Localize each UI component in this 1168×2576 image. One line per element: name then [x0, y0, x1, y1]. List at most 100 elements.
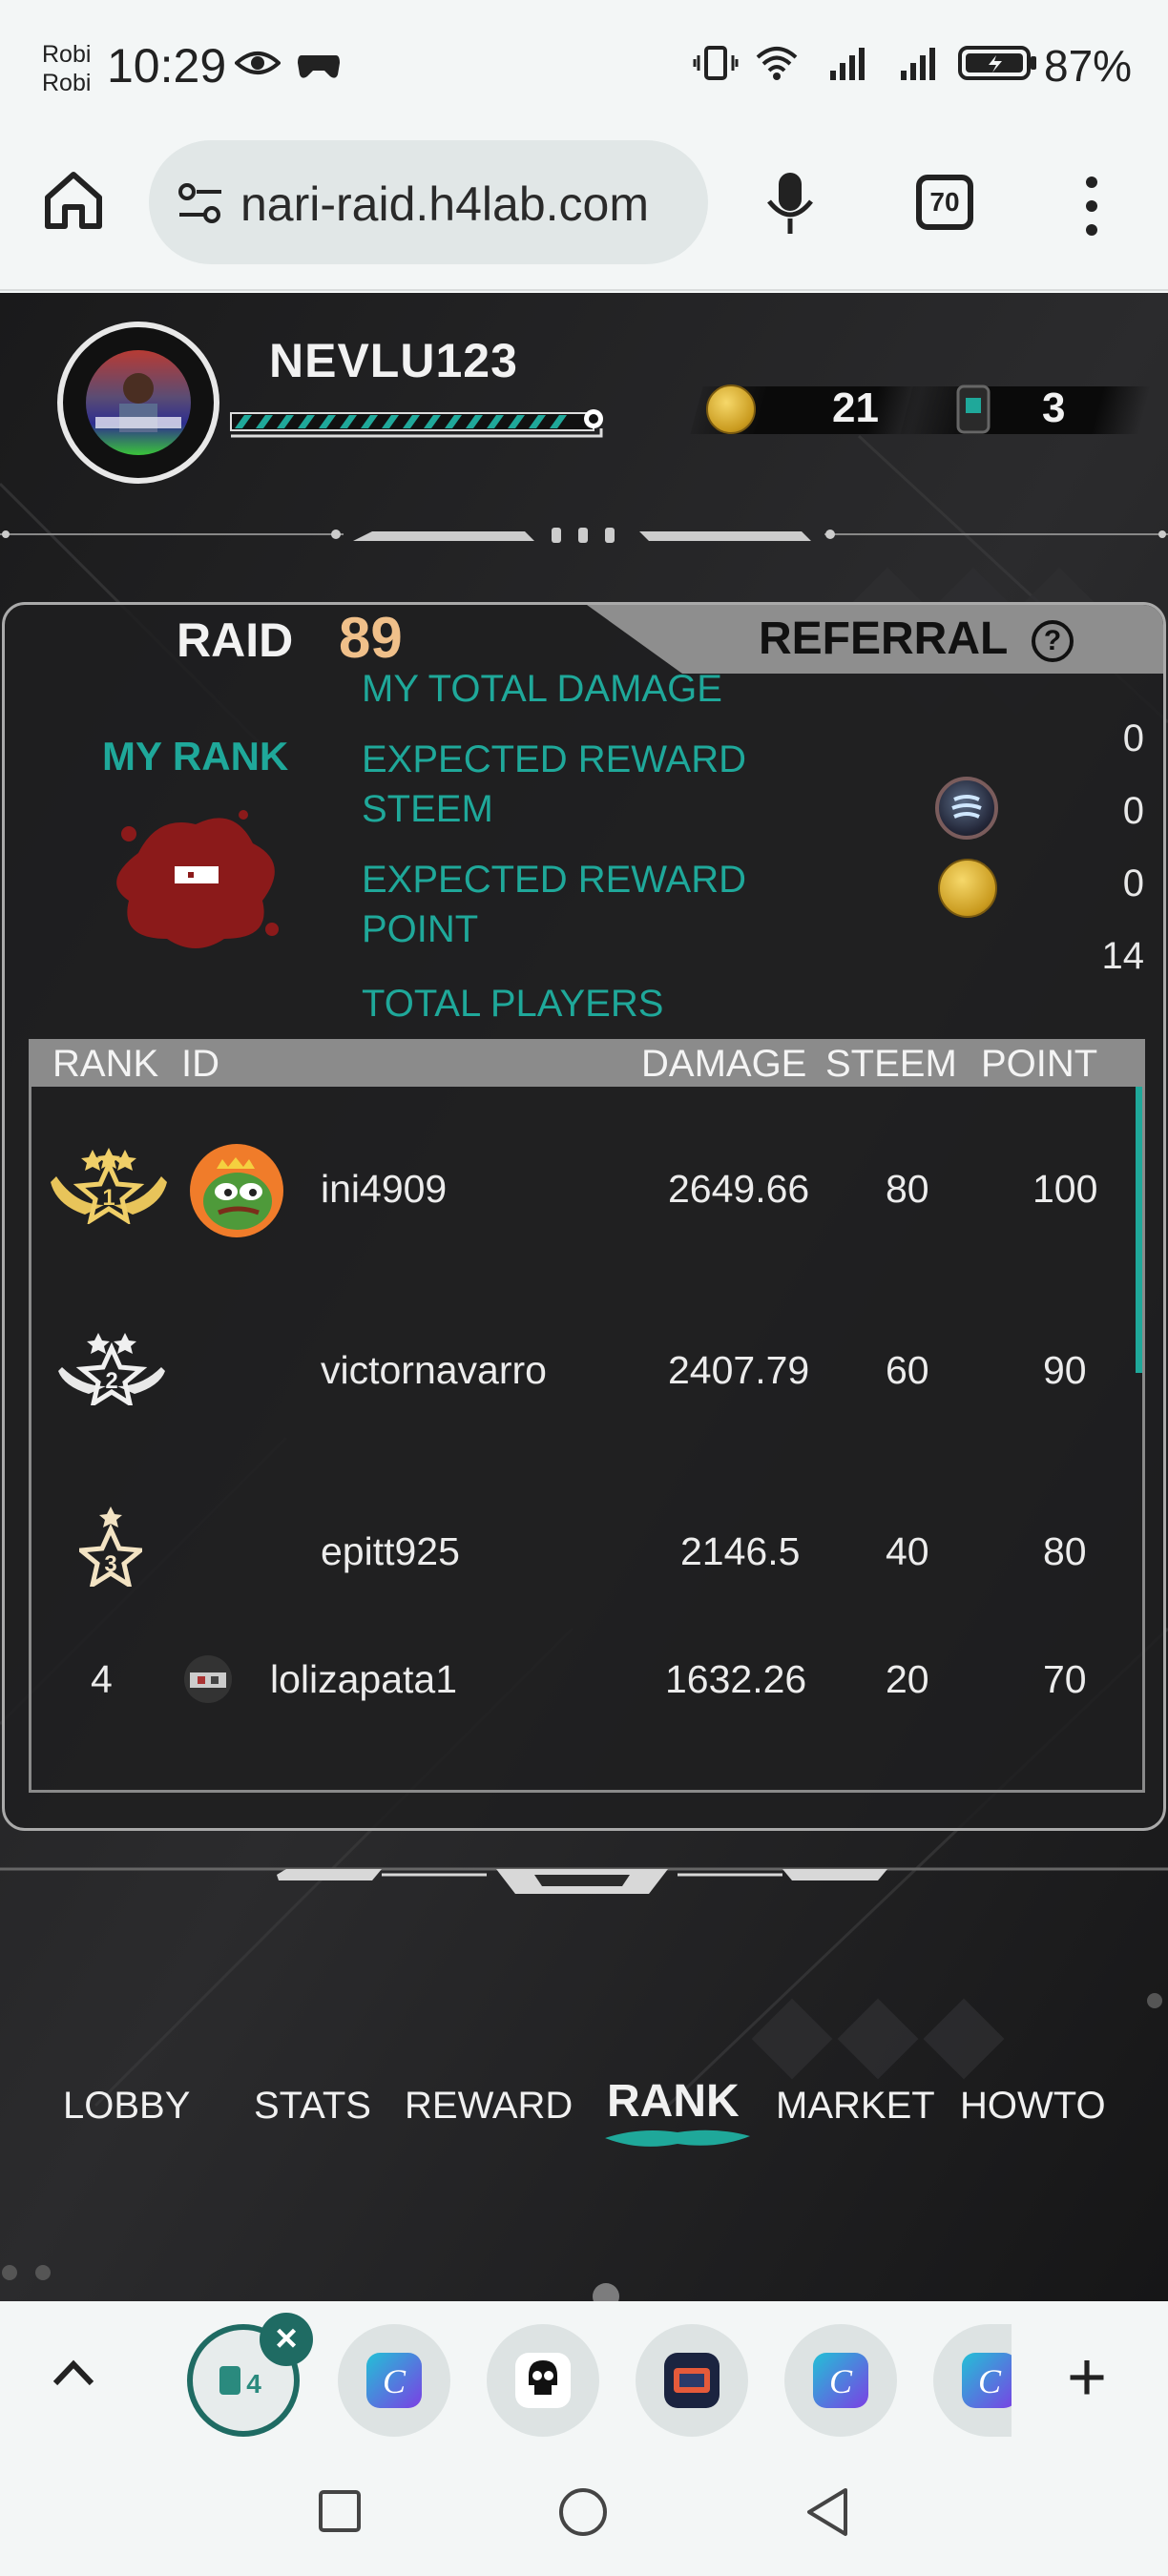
table-row[interactable]: 2 victornavarro 2407.79 60 90: [31, 1268, 1129, 1449]
svg-text:3: 3: [104, 1551, 116, 1577]
carrier-label: Robi Robi: [42, 41, 92, 96]
new-tab-icon[interactable]: +: [1067, 2343, 1107, 2412]
tab-referral[interactable]: REFERRAL: [759, 613, 1008, 665]
system-navigation: [0, 2454, 1168, 2576]
home-circle-icon[interactable]: [557, 2486, 609, 2538]
row-damage: 2407.79: [668, 1348, 810, 1392]
svg-text:1: 1: [102, 1185, 115, 1211]
battery-icon: [958, 46, 1036, 80]
site-settings-icon[interactable]: [176, 180, 225, 226]
status-bar: Robi Robi 10:29 87%: [0, 0, 1168, 138]
rank-silver-badge-icon: 2: [58, 1333, 165, 1405]
stat-total-players-value: 14: [1101, 935, 1145, 977]
hud-divider: [0, 528, 1168, 543]
more-menu-icon[interactable]: [1078, 173, 1105, 239]
row-damage: 2146.5: [680, 1529, 801, 1573]
game-viewport: NEVLU123 21 3 RAID 89 REFERRAL ? MY RANK: [0, 293, 1168, 2301]
row-steem: 80: [886, 1167, 929, 1211]
h4lab-icon: 4: [216, 2353, 271, 2408]
player-avatar[interactable]: [86, 350, 191, 455]
signal-icon: [830, 48, 865, 80]
row-steem: 20: [886, 1657, 929, 1701]
stat-reward-point-value: 0: [1122, 862, 1144, 904]
raid-panel: RAID 89 REFERRAL ? MY RANK MY TOTAL DAMA…: [2, 602, 1166, 1831]
canva-icon: C: [813, 2353, 868, 2408]
gamepad-icon: [298, 55, 340, 78]
home-icon[interactable]: [40, 167, 107, 234]
nav-howto[interactable]: HOWTO: [960, 2085, 1106, 2128]
tab-switcher-button[interactable]: 70: [916, 175, 973, 230]
close-tab-icon[interactable]: ×: [260, 2313, 313, 2366]
tab-strip: 4 × C C C +: [0, 2301, 1168, 2454]
tab-skull[interactable]: [487, 2324, 599, 2437]
chevron-up-icon[interactable]: [50, 2355, 97, 2393]
eye-icon: [235, 52, 281, 74]
wifi-icon: [756, 47, 798, 80]
row-damage: 2649.66: [668, 1167, 810, 1211]
microphone-icon[interactable]: [763, 169, 817, 238]
help-icon[interactable]: ?: [1032, 620, 1074, 662]
player-avatar-frame[interactable]: [57, 322, 219, 484]
row-id[interactable]: ini4909: [321, 1167, 447, 1212]
tab-game-2[interactable]: [636, 2324, 748, 2437]
clock: 10:29: [107, 39, 227, 93]
row-id[interactable]: epitt925: [321, 1529, 460, 1574]
tab-canva-2[interactable]: C: [784, 2324, 897, 2437]
row-point: 100: [1032, 1167, 1098, 1211]
table-row[interactable]: 4 lolizapata1 1632.26 20 70: [31, 1621, 1129, 1755]
row-id[interactable]: victornavarro: [321, 1348, 547, 1393]
stat-reward-steem-value: 0: [1122, 790, 1144, 832]
row-id[interactable]: lolizapata1: [270, 1657, 457, 1702]
table-scrollbar[interactable]: [1136, 1087, 1142, 1373]
header-point: POINT: [981, 1043, 1098, 1085]
ticket-counter: 3: [900, 377, 1152, 444]
nav-divider: [0, 1867, 1168, 1894]
recents-icon[interactable]: [317, 2488, 363, 2534]
point-coin-icon: [938, 859, 997, 918]
nav-stats[interactable]: STATS: [254, 2085, 371, 2128]
table-row[interactable]: 3 epitt925 2146.5 40 80: [31, 1449, 1129, 1621]
address-bar[interactable]: nari-raid.h4lab.com: [149, 140, 708, 264]
table-row[interactable]: 1 ini4909 2649.66 80 100: [31, 1087, 1129, 1268]
rank-gold-badge-icon: 1: [51, 1148, 167, 1224]
browser-toolbar: nari-raid.h4lab.com 70: [0, 138, 1168, 291]
active-tab-brush: [605, 2129, 750, 2147]
tab-canva-3[interactable]: C: [933, 2324, 1012, 2437]
stat-reward-steem-label: EXPECTED REWARD STEEM: [362, 738, 747, 830]
row-point: 80: [1043, 1529, 1087, 1573]
row-damage: 1632.26: [665, 1657, 807, 1701]
nav-reward[interactable]: REWARD: [405, 2085, 573, 2128]
stat-reward-point-label: EXPECTED REWARD POINT: [362, 859, 747, 950]
stat-total-damage-label: MY TOTAL DAMAGE: [362, 668, 722, 710]
game-app-icon: [664, 2353, 720, 2408]
player-name: NEVLU123: [269, 334, 518, 387]
row-point: 90: [1043, 1348, 1087, 1392]
url-text[interactable]: nari-raid.h4lab.com: [240, 177, 689, 232]
ranking-table[interactable]: 1 ini4909 2649.66 80 100 2 victornavarro…: [29, 1087, 1145, 1793]
svg-text:2: 2: [105, 1368, 117, 1394]
header-damage: DAMAGE: [641, 1043, 807, 1085]
row-rank: 4: [91, 1657, 113, 1701]
row-steem: 40: [886, 1529, 929, 1573]
vibrate-icon: [693, 46, 739, 80]
stat-total-damage-value: 0: [1122, 717, 1144, 759]
header-id: ID: [181, 1043, 219, 1085]
back-icon[interactable]: [803, 2486, 851, 2538]
canva-icon: C: [962, 2353, 1012, 2408]
nav-rank[interactable]: RANK: [607, 2075, 740, 2128]
tab-raid[interactable]: RAID: [177, 613, 293, 668]
raid-number: 89: [339, 606, 403, 670]
row-avatar: [184, 1655, 232, 1703]
row-avatar: [190, 1144, 283, 1237]
svg-text:4: 4: [246, 2369, 261, 2399]
svg-text:C: C: [978, 2362, 1002, 2400]
svg-text:C: C: [383, 2362, 407, 2400]
nav-lobby[interactable]: LOBBY: [63, 2085, 190, 2128]
battery-percent: 87%: [1044, 41, 1133, 91]
coin-icon: [706, 384, 756, 434]
nav-market[interactable]: MARKET: [776, 2085, 935, 2128]
game-nav: LOBBY STATS REWARD RANK MARKET HOWTO: [0, 2076, 1168, 2151]
my-rank-splat: [116, 810, 279, 948]
xp-progress-bar: [230, 409, 603, 438]
tab-canva-1[interactable]: C: [338, 2324, 450, 2437]
